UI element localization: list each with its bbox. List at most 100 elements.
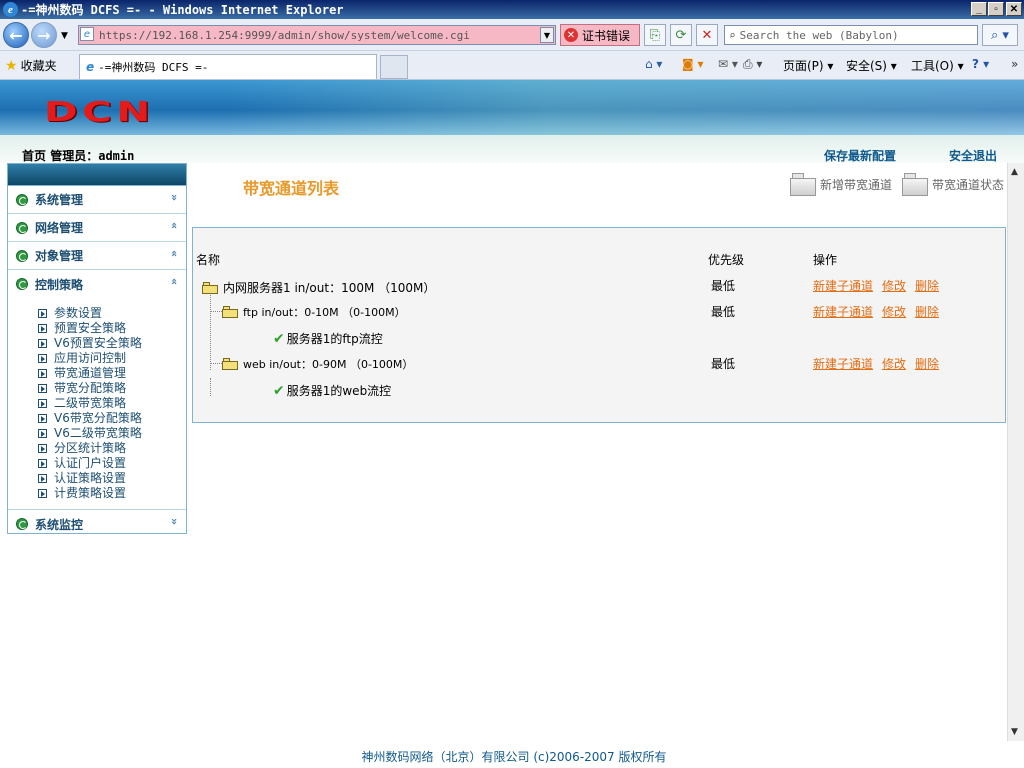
sidebar-item-app-access[interactable]: 应用访问控制 xyxy=(8,351,186,366)
page-title: 带宽通道列表 xyxy=(243,179,340,198)
section-label: 对象管理 xyxy=(35,249,84,263)
row-name: 服务器1的ftp流控 xyxy=(286,332,383,346)
new-tab-button[interactable] xyxy=(380,55,408,79)
scroll-up-icon[interactable]: ▲ xyxy=(1011,167,1018,177)
address-bar[interactable]: https://192.168.1.254:9999/admin/show/sy… xyxy=(78,25,556,45)
forward-button[interactable]: → xyxy=(31,22,57,48)
sidebar-item-params[interactable]: 参数设置 xyxy=(8,306,186,321)
compat-view-icon[interactable]: ⎘ xyxy=(644,24,666,46)
row-name: 内网服务器1 in/out：100M （100M） xyxy=(223,281,436,295)
folder-open-icon xyxy=(202,281,218,294)
collapse-chevron-icon[interactable]: « xyxy=(168,278,181,285)
search-go-icon[interactable]: ⌕ ▾ xyxy=(982,24,1018,46)
browser-tab[interactable]: e -=神州数码 DCFS =- xyxy=(79,54,377,79)
refresh-icon[interactable]: ⟳ xyxy=(670,24,692,46)
logout-link[interactable]: 安全退出 xyxy=(949,147,997,164)
search-input[interactable]: ⌕ Search the web (Babylon) xyxy=(724,25,978,45)
chevron-more-icon[interactable]: » xyxy=(1011,57,1018,71)
edit-link[interactable]: 修改 xyxy=(882,305,906,319)
favorites-button[interactable]: ★ 收藏夹 xyxy=(5,57,57,74)
arrow-box-icon xyxy=(38,444,47,453)
expand-chevron-icon[interactable]: » xyxy=(168,518,181,525)
maximize-button[interactable]: ▫ xyxy=(988,2,1004,16)
row-priority: 最低 xyxy=(711,305,736,319)
tools-menu-label: 工具(O) xyxy=(911,59,954,73)
sidebar: 系统管理 » 网络管理 « 对象管理 « 控制策略 « 参数设置 预置安全策略 … xyxy=(7,163,187,534)
sidebar-section-objects[interactable]: 对象管理 « xyxy=(8,242,186,270)
delete-link[interactable]: 删除 xyxy=(915,279,939,293)
address-dropdown-icon[interactable]: ▼ xyxy=(540,27,554,43)
sidebar-item-v6-secondary-bandwidth[interactable]: V6二级带宽策略 xyxy=(8,426,186,441)
help-icon[interactable]: ? ▾ xyxy=(972,57,989,71)
row-name: 服务器1的web流控 xyxy=(286,384,392,398)
cert-error-button[interactable]: ✕ 证书错误 xyxy=(560,24,640,46)
save-config-link[interactable]: 保存最新配置 xyxy=(824,147,896,164)
favorites-label: 收藏夹 xyxy=(20,59,57,73)
minimize-button[interactable]: _ xyxy=(971,2,987,16)
folder-icon xyxy=(900,170,930,198)
item-label: 认证门户设置 xyxy=(54,456,127,470)
sidebar-item-v6-preset-security[interactable]: V6预置安全策略 xyxy=(8,336,186,351)
item-label: V6预置安全策略 xyxy=(54,336,142,350)
channel-status-button[interactable]: 带宽通道状态 xyxy=(900,170,1004,198)
stop-icon[interactable]: ✕ xyxy=(696,24,718,46)
close-window-button[interactable]: ✕ xyxy=(1006,2,1022,16)
sidebar-item-bandwidth-channel[interactable]: 带宽通道管理 xyxy=(8,366,186,381)
cert-error-icon: ✕ xyxy=(564,28,578,42)
tools-menu[interactable]: 工具(O) ▾ xyxy=(911,57,964,74)
tree-row-root: 内网服务器1 in/out：100M （100M） xyxy=(202,279,435,296)
sidebar-item-billing-policy[interactable]: 计费策略设置 xyxy=(8,486,186,501)
collapse-chevron-icon[interactable]: « xyxy=(168,222,181,229)
delete-link[interactable]: 删除 xyxy=(915,305,939,319)
arrow-box-icon xyxy=(38,309,47,318)
arrow-box-icon xyxy=(38,399,47,408)
expand-chevron-icon[interactable]: » xyxy=(168,194,181,201)
item-label: 认证策略设置 xyxy=(54,471,127,485)
arrow-box-icon xyxy=(38,489,47,498)
window-titlebar: e -=神州数码 DCFS =- - Windows Internet Expl… xyxy=(0,0,1024,19)
delete-link[interactable]: 删除 xyxy=(915,357,939,371)
sidebar-section-monitor[interactable]: 系统监控 » xyxy=(8,510,186,538)
sidebar-section-network[interactable]: 网络管理 « xyxy=(8,214,186,242)
item-label: 预置安全策略 xyxy=(54,321,127,335)
edit-link[interactable]: 修改 xyxy=(882,279,906,293)
sidebar-item-bandwidth-alloc[interactable]: 带宽分配策略 xyxy=(8,381,186,396)
new-subchannel-link[interactable]: 新建子通道 xyxy=(813,305,873,319)
scroll-down-icon[interactable]: ▼ xyxy=(1011,727,1018,737)
item-label: V6带宽分配策略 xyxy=(54,411,142,425)
page-menu[interactable]: 页面(P) ▾ xyxy=(783,57,833,74)
home-icon[interactable]: ⌂ ▾ xyxy=(645,57,662,71)
item-label: 带宽分配策略 xyxy=(54,381,127,395)
arrow-box-icon xyxy=(38,324,47,333)
section-bullet-icon xyxy=(16,249,28,262)
sidebar-section-system[interactable]: 系统管理 » xyxy=(8,186,186,214)
row-priority: 最低 xyxy=(711,279,736,293)
sidebar-section-policy[interactable]: 控制策略 « xyxy=(8,270,186,298)
back-button[interactable]: ← xyxy=(3,22,29,48)
feeds-icon[interactable]: ◙ ▾ xyxy=(682,57,703,71)
collapse-chevron-icon[interactable]: « xyxy=(168,250,181,257)
item-label: 带宽通道管理 xyxy=(54,366,127,380)
new-channel-label: 新增带宽通道 xyxy=(820,177,893,192)
edit-link[interactable]: 修改 xyxy=(882,357,906,371)
arrow-box-icon xyxy=(38,369,47,378)
new-subchannel-link[interactable]: 新建子通道 xyxy=(813,279,873,293)
history-dropdown-icon[interactable]: ▼ xyxy=(61,31,68,41)
tree-line xyxy=(210,363,222,364)
safety-menu[interactable]: 安全(S) ▾ xyxy=(846,57,897,74)
item-label: 计费策略设置 xyxy=(54,486,127,500)
print-icon[interactable]: ⎙ ▾ xyxy=(743,57,762,72)
sidebar-item-auth-policy[interactable]: 认证策略设置 xyxy=(8,471,186,486)
sidebar-item-auth-portal[interactable]: 认证门户设置 xyxy=(8,456,186,471)
vertical-scrollbar[interactable]: ▲ ▼ xyxy=(1007,163,1024,741)
mail-icon[interactable]: ✉ ▾ xyxy=(718,57,738,71)
section-bullet-icon xyxy=(16,518,28,530)
item-label: 二级带宽策略 xyxy=(54,396,127,410)
sidebar-item-preset-security[interactable]: 预置安全策略 xyxy=(8,321,186,336)
home-link[interactable]: 首页 xyxy=(22,149,46,163)
new-channel-button[interactable]: 新增带宽通道 xyxy=(788,170,892,198)
sidebar-item-secondary-bandwidth[interactable]: 二级带宽策略 xyxy=(8,396,186,411)
sidebar-item-v6-bandwidth-alloc[interactable]: V6带宽分配策略 xyxy=(8,411,186,426)
new-subchannel-link[interactable]: 新建子通道 xyxy=(813,357,873,371)
sidebar-item-zone-stats[interactable]: 分区统计策略 xyxy=(8,441,186,456)
